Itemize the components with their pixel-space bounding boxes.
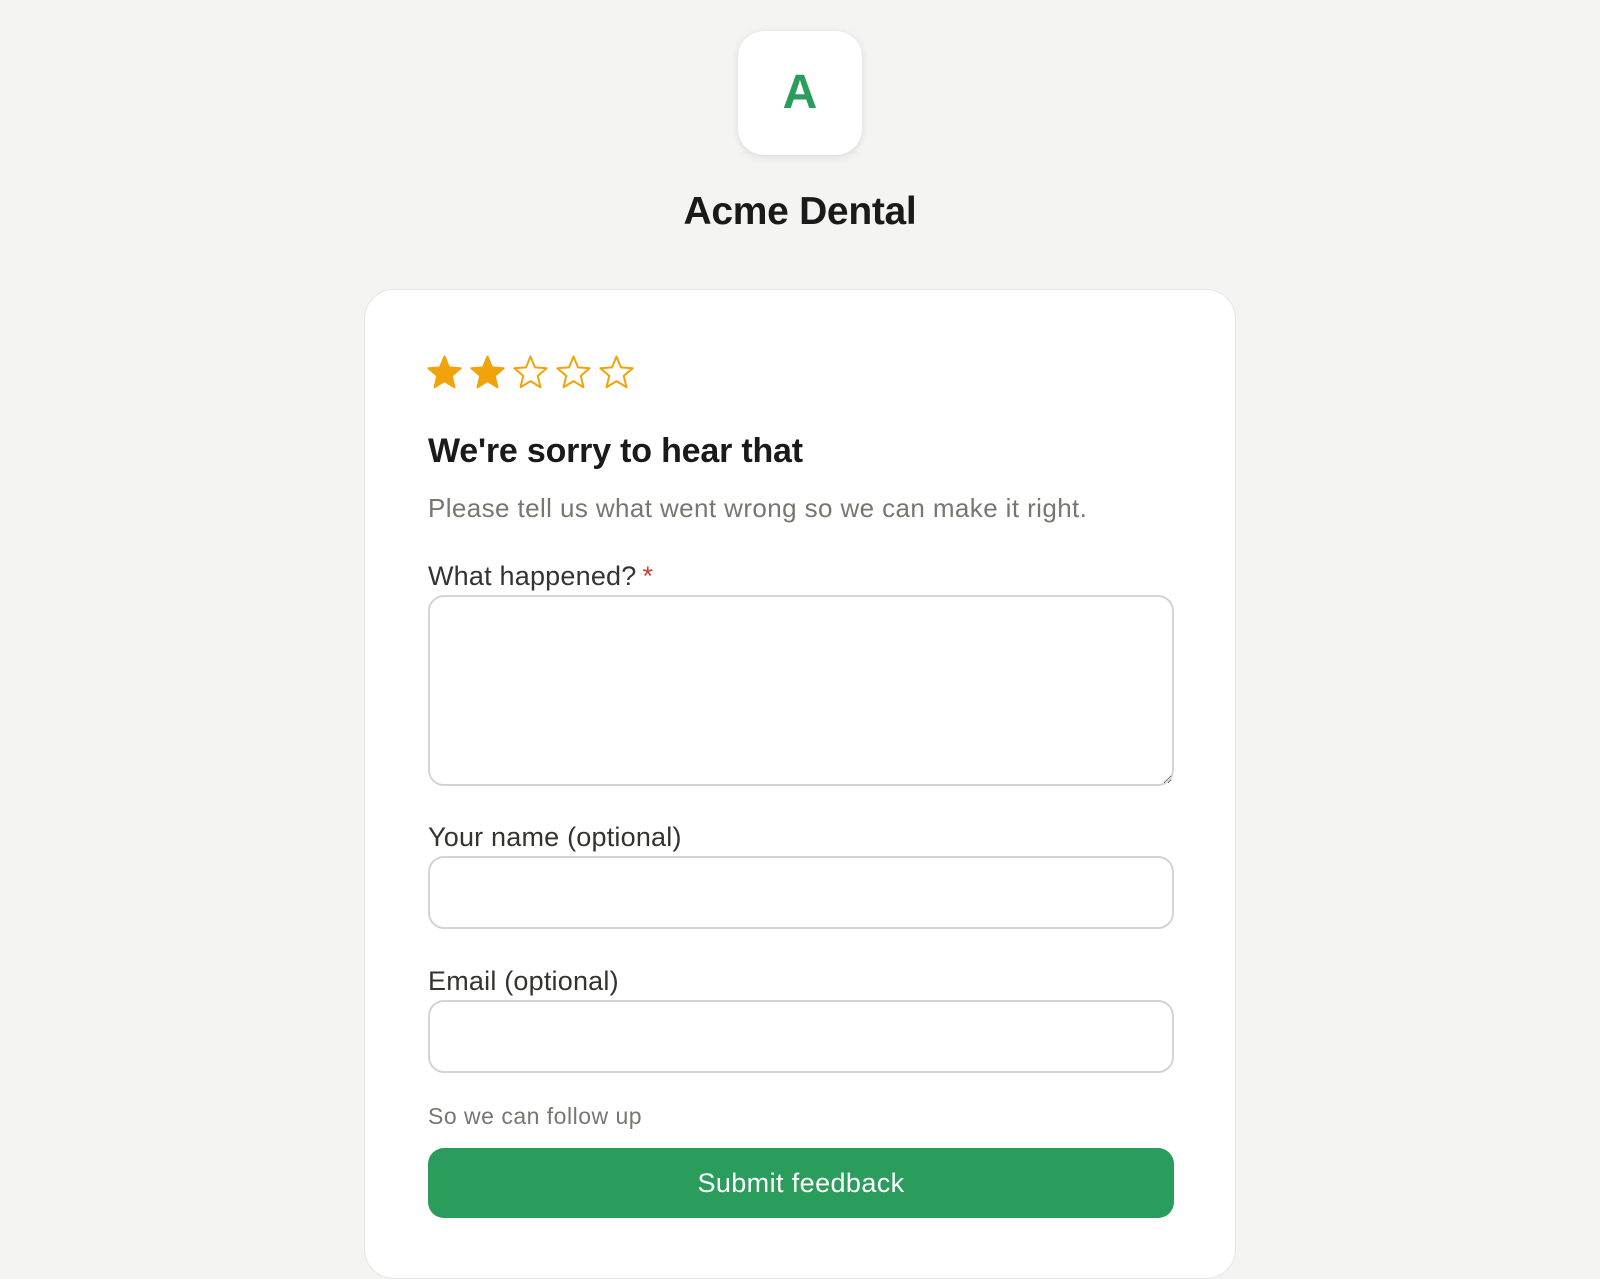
email-input[interactable] — [428, 1000, 1174, 1073]
required-asterisk: * — [642, 561, 654, 591]
what-happened-label: What happened? * — [428, 561, 653, 592]
submit-feedback-button[interactable]: Submit feedback — [428, 1148, 1174, 1218]
feedback-heading: We're sorry to hear that — [428, 432, 803, 470]
name-field-label: Your name (optional) — [428, 822, 682, 852]
what-happened-textarea[interactable] — [428, 595, 1174, 786]
feedback-card: We're sorry to hear that Please tell us … — [364, 289, 1236, 1279]
name-input[interactable] — [428, 856, 1174, 929]
logo-letter: A — [782, 66, 818, 119]
email-hint: So we can follow up — [428, 1103, 643, 1129]
star-filled-icon[interactable] — [426, 354, 463, 391]
star-empty-icon[interactable] — [555, 354, 592, 391]
feedback-subtext: Please tell us what went wrong so we can… — [428, 493, 1088, 523]
brand-name: Acme Dental — [683, 190, 917, 233]
star-empty-icon[interactable] — [598, 354, 635, 391]
star-filled-icon[interactable] — [469, 354, 506, 391]
star-empty-icon[interactable] — [512, 354, 549, 391]
email-field-label: Email (optional) — [428, 966, 619, 996]
brand-logo: A — [738, 31, 862, 155]
what-happened-label-text: What happened? — [428, 561, 637, 591]
star-rating[interactable] — [426, 354, 635, 391]
